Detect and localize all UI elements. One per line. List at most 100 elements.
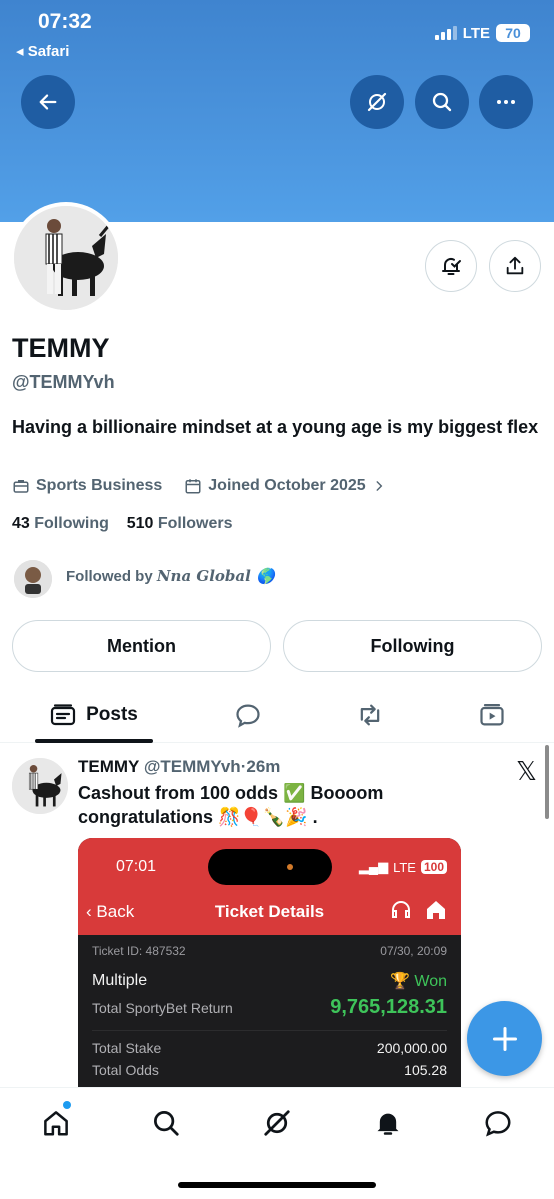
- status-indicators: LTE 70: [434, 24, 530, 42]
- embed-row-stake: Total Stake 200,000.00: [92, 1040, 447, 1056]
- ticket-id: Ticket ID: 487532: [92, 944, 186, 958]
- profile-name: TEMMY: [12, 333, 110, 363]
- followed-by-name: Nna Global 🌎: [156, 567, 275, 585]
- post-handle[interactable]: @TEMMYvh: [144, 757, 241, 776]
- avatar-image: [14, 206, 118, 310]
- odds-label: Total Odds: [92, 1062, 159, 1078]
- embed-signal-icon: ▂▄▆: [358, 859, 389, 874]
- followed-by-avatar[interactable]: [14, 560, 52, 598]
- odds-value: 105.28: [404, 1062, 447, 1078]
- repost-icon: [360, 704, 380, 726]
- nav-search[interactable]: [146, 1103, 186, 1143]
- trophy-icon: 🏆: [390, 973, 410, 990]
- share-icon: [506, 256, 524, 275]
- post-media[interactable]: 07:01 ▂▄▆ LTE 100 ‹ Back Ticket Details …: [78, 838, 461, 1088]
- embed-status: ▂▄▆ LTE 100: [359, 859, 447, 875]
- followers-count: 510: [126, 515, 154, 532]
- search-button[interactable]: [415, 75, 469, 129]
- nav-notifications[interactable]: [368, 1103, 408, 1143]
- embed-row-ticket: Ticket ID: 487532 07/30, 20:09: [92, 944, 447, 958]
- tab-posts[interactable]: Posts: [35, 688, 153, 743]
- x-logo-icon: 𝕏: [516, 756, 537, 786]
- briefcase-icon: [13, 480, 29, 493]
- home-indicator: [178, 1182, 376, 1188]
- nav-home[interactable]: [36, 1103, 76, 1143]
- posts-icon: [51, 704, 76, 726]
- tab-replies[interactable]: [225, 688, 271, 742]
- search-icon: [432, 92, 452, 112]
- back-to-safari[interactable]: ◂ Safari: [16, 42, 69, 60]
- tab-reposts[interactable]: [347, 688, 393, 742]
- back-button[interactable]: [21, 75, 75, 129]
- messages-icon: [485, 1111, 511, 1137]
- grok-button[interactable]: [350, 75, 404, 129]
- return-label: Total SportyBet Return: [92, 999, 233, 1016]
- profile-bio: Having a billionaire mindset at a young …: [12, 417, 539, 437]
- tab-posts-label: Posts: [86, 704, 138, 725]
- search-icon: [154, 1111, 179, 1136]
- nav-messages[interactable]: [478, 1103, 518, 1143]
- following-button[interactable]: Following: [283, 620, 542, 672]
- more-icon: [497, 100, 515, 104]
- battery-icon: 70: [496, 24, 530, 42]
- headset-icon: [392, 901, 410, 918]
- mention-button[interactable]: Mention: [12, 620, 271, 672]
- scrollbar[interactable]: [545, 745, 549, 819]
- bottom-navigation: [0, 1087, 554, 1199]
- calendar-icon: [185, 479, 201, 494]
- profile-avatar[interactable]: [10, 202, 122, 314]
- bet-type: Multiple: [92, 972, 148, 989]
- profile-handle: @TEMMYvh: [12, 372, 115, 392]
- embed-battery: 100: [420, 860, 447, 874]
- stake-value: 200,000.00: [376, 1040, 447, 1056]
- grok-icon: [367, 92, 387, 112]
- post-time: 26m: [246, 757, 281, 776]
- more-button[interactable]: [479, 75, 533, 129]
- following-link[interactable]: 43 Following: [12, 515, 109, 532]
- replies-icon: [236, 704, 260, 728]
- post-text: Cashout from 100 odds ✅ Boooom congratul…: [78, 783, 384, 827]
- followed-by-text[interactable]: Followed by Nna Global 🌎: [66, 567, 275, 585]
- compose-button[interactable]: [467, 1001, 542, 1076]
- embed-time: 07:01: [116, 858, 157, 875]
- home-icon-embed: [427, 901, 445, 919]
- embed-icons: [389, 898, 449, 922]
- embed-network: LTE: [393, 859, 416, 875]
- profile-meta: Sports Business Joined October 2025: [12, 477, 386, 495]
- home-icon: [44, 1111, 68, 1136]
- grok-icon: [264, 1110, 290, 1136]
- bet-status: 🏆 Won: [390, 971, 447, 991]
- share-button[interactable]: [489, 240, 541, 292]
- embed-row-odds: Total Odds 105.28: [92, 1062, 447, 1078]
- notifications-icon: [377, 1113, 399, 1135]
- bell-check-icon: [442, 258, 461, 275]
- embed-divider: [92, 1030, 447, 1031]
- bet-status-label: Won: [414, 973, 447, 990]
- post-header: TEMMY @TEMMYvh·26m: [78, 757, 280, 777]
- plus-icon: [492, 1026, 517, 1051]
- follow-stats: 43 Following 510 Followers: [12, 515, 233, 533]
- profile-tabs: Posts: [0, 688, 554, 743]
- post-author-avatar[interactable]: [12, 758, 68, 814]
- return-value: 9,765,128.31: [330, 996, 447, 1018]
- followers-link[interactable]: 510 Followers: [127, 515, 233, 532]
- notify-button[interactable]: [425, 240, 477, 292]
- nav-grok[interactable]: [257, 1103, 297, 1143]
- home-notification-dot: [63, 1101, 71, 1109]
- profile-category[interactable]: Sports Business: [36, 477, 162, 495]
- embed-row-return: Total SportyBet Return 9,765,128.31: [92, 996, 447, 1019]
- ticket-date: 07/30, 20:09: [380, 944, 447, 958]
- arrow-left-icon: [39, 94, 57, 110]
- following-count: 43: [12, 515, 30, 532]
- status-time: 07:32: [38, 10, 92, 33]
- network-label: LTE: [462, 24, 490, 42]
- profile-joined[interactable]: Joined October 2025: [208, 477, 365, 495]
- followers-label: Followers: [157, 515, 233, 532]
- followed-by-prefix: Followed by: [66, 568, 153, 585]
- tab-media[interactable]: [469, 688, 515, 742]
- signal-icon: [434, 26, 457, 40]
- active-tab-indicator: [35, 739, 153, 743]
- chevron-right-icon[interactable]: [372, 479, 386, 493]
- post-author[interactable]: TEMMY: [78, 757, 139, 776]
- dynamic-island: [208, 849, 332, 885]
